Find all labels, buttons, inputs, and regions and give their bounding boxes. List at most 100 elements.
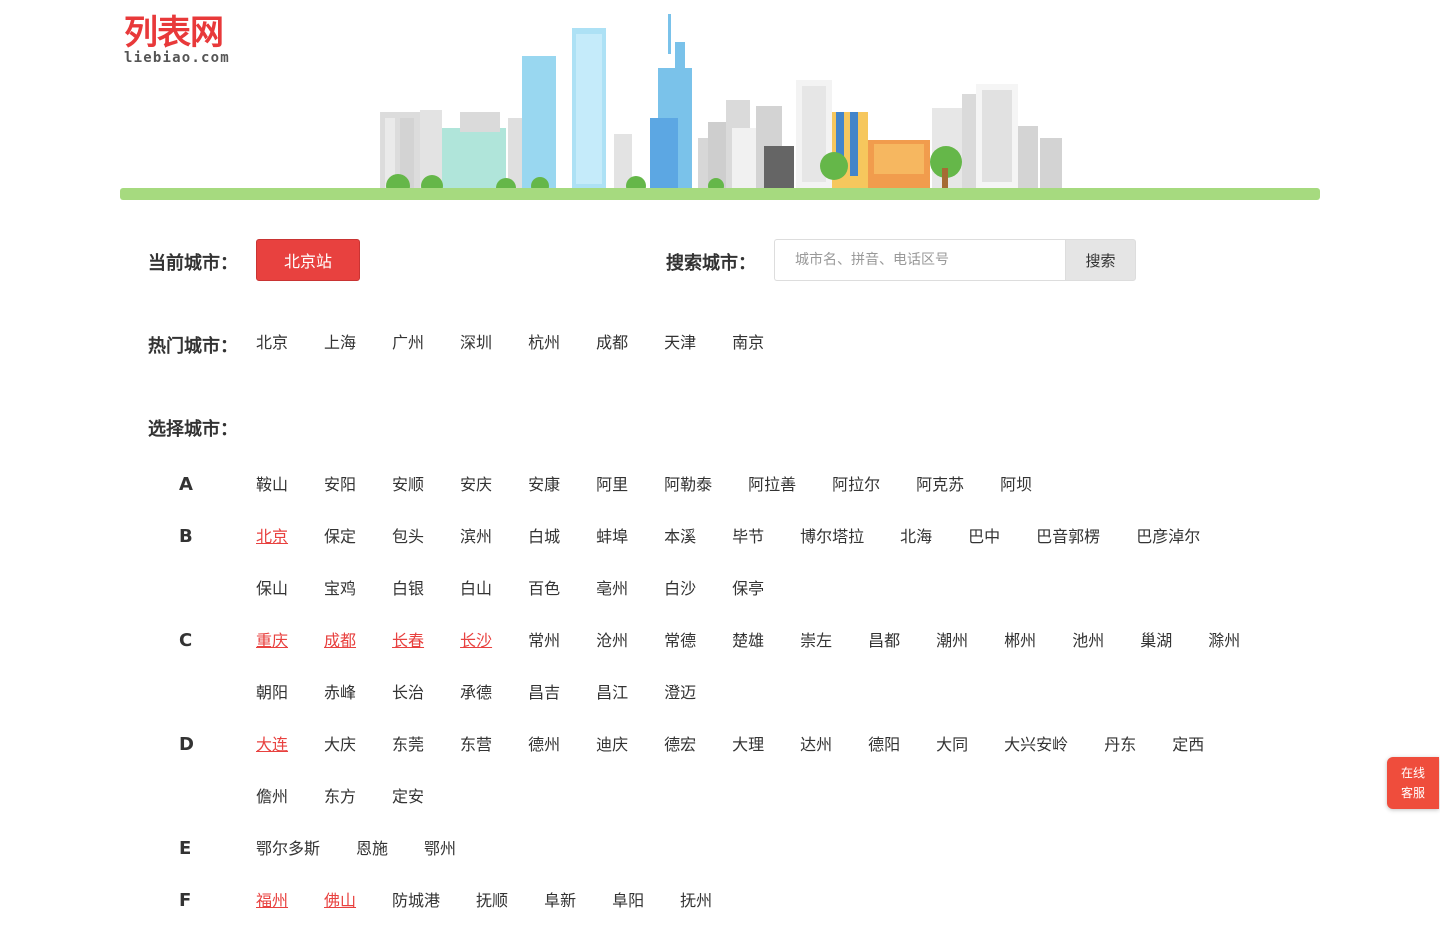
city-link[interactable]: 佛山 [324,890,356,912]
city-link[interactable]: 白银 [392,578,424,600]
select-city-label: 选择城市： [148,419,238,440]
city-link[interactable]: 蚌埠 [596,526,628,548]
city-link[interactable]: 抚顺 [476,890,508,912]
city-link[interactable]: 阿勒泰 [664,474,712,496]
city-link[interactable]: 阿拉善 [748,474,796,496]
city-link[interactable]: 北海 [900,526,932,548]
city-link[interactable]: 鞍山 [256,474,288,496]
city-link[interactable]: 德阳 [868,734,900,756]
city-link[interactable]: 定安 [392,786,424,808]
city-link[interactable]: 赤峰 [324,682,356,704]
city-link[interactable]: 重庆 [256,630,288,652]
city-list: 重庆 成都 长春 长沙 常州 沧州 常德 楚雄 崇左 昌都 潮州 郴州 池州 巢湖 滁州朝阳 赤峰 长治 承德 昌吉… [256,630,1296,734]
city-link[interactable]: 安康 [528,474,560,496]
city-link[interactable]: 儋州 [256,786,288,808]
city-link[interactable]: 承德 [460,682,492,704]
city-link[interactable]: 亳州 [596,578,628,600]
service-label-line1: 在线 [1400,766,1425,780]
service-label-line2: 客服 [1400,786,1425,800]
city-link[interactable]: 北京 [256,526,288,548]
city-link[interactable]: 包头 [392,526,424,548]
city-link[interactable]: 防城港 [392,890,440,912]
city-link[interactable]: 东莞 [392,734,424,756]
hot-city-link[interactable]: 天津 [664,332,696,354]
city-link[interactable]: 白山 [460,578,492,600]
city-link[interactable]: 巴彦淖尔 [1136,526,1200,548]
city-link[interactable]: 澄迈 [664,682,696,704]
city-link[interactable]: 阿拉尔 [832,474,880,496]
city-link[interactable]: 安庆 [460,474,492,496]
city-link[interactable]: 鄂州 [424,838,456,860]
city-link[interactable]: 大庆 [324,734,356,756]
city-link[interactable]: 恩施 [356,838,388,860]
city-link[interactable]: 巢湖 [1140,630,1172,652]
search-button[interactable]: 搜索 [1065,239,1136,281]
city-link[interactable]: 常州 [528,630,560,652]
city-link[interactable]: 毕节 [732,526,764,548]
hot-city-link[interactable]: 北京 [256,332,288,354]
city-link[interactable]: 安顺 [392,474,424,496]
city-link[interactable]: 沧州 [596,630,628,652]
city-link[interactable]: 潮州 [936,630,968,652]
city-link[interactable]: 长治 [392,682,424,704]
city-link[interactable]: 保山 [256,578,288,600]
hot-city-link[interactable]: 广州 [392,332,424,354]
city-link[interactable]: 百色 [528,578,560,600]
online-service-button[interactable]: 在线 客服 [1387,757,1439,809]
city-link[interactable]: 大连 [256,734,288,756]
city-link[interactable]: 长沙 [460,630,492,652]
city-link[interactable]: 昌吉 [528,682,560,704]
city-link[interactable]: 昌江 [596,682,628,704]
city-link[interactable]: 阜新 [544,890,576,912]
city-link[interactable]: 达州 [800,734,832,756]
city-link[interactable]: 保亭 [732,578,764,600]
city-link[interactable]: 阿克苏 [916,474,964,496]
city-link[interactable]: 宝鸡 [324,578,356,600]
city-link[interactable]: 朝阳 [256,682,288,704]
city-link[interactable]: 定西 [1172,734,1204,756]
city-link[interactable]: 抚州 [680,890,712,912]
city-link[interactable]: 长春 [392,630,424,652]
city-link[interactable]: 白城 [528,526,560,548]
city-link[interactable]: 保定 [324,526,356,548]
city-link[interactable]: 滁州 [1208,630,1240,652]
city-link[interactable]: 德州 [528,734,560,756]
hot-city-link[interactable]: 南京 [732,332,764,354]
city-link[interactable]: 迪庆 [596,734,628,756]
city-link[interactable]: 白沙 [664,578,696,600]
city-link[interactable]: 东方 [324,786,356,808]
letter-heading: D [179,734,194,755]
city-link[interactable]: 东营 [460,734,492,756]
city-link[interactable]: 阿坝 [1000,474,1032,496]
city-link[interactable]: 博尔塔拉 [800,526,864,548]
hot-city-link[interactable]: 上海 [324,332,356,354]
city-link[interactable]: 安阳 [324,474,356,496]
city-link[interactable]: 昌都 [868,630,900,652]
city-link[interactable]: 福州 [256,890,288,912]
city-link[interactable]: 本溪 [664,526,696,548]
city-list: 大连 大庆 东莞 东营 德州 迪庆 德宏 大理 达州 德阳 大同 大兴安岭 丹东 定西儋州 东方 定安 [256,734,1296,838]
city-link[interactable]: 丹东 [1104,734,1136,756]
city-link[interactable]: 阜阳 [612,890,644,912]
search-input[interactable] [774,239,1066,281]
city-link[interactable]: 成都 [324,630,356,652]
hot-city-link[interactable]: 杭州 [528,332,560,354]
city-link[interactable]: 大理 [732,734,764,756]
hot-city-link[interactable]: 深圳 [460,332,492,354]
city-link[interactable]: 大同 [936,734,968,756]
city-skyline-illustration [120,14,1320,200]
city-link[interactable]: 巴音郭楞 [1036,526,1100,548]
current-city-button[interactable]: 北京站 [256,239,360,281]
city-link[interactable]: 鄂尔多斯 [256,838,320,860]
city-link[interactable]: 德宏 [664,734,696,756]
city-link[interactable]: 楚雄 [732,630,764,652]
city-link[interactable]: 滨州 [460,526,492,548]
city-link[interactable]: 巴中 [968,526,1000,548]
city-link[interactable]: 崇左 [800,630,832,652]
city-link[interactable]: 阿里 [596,474,628,496]
city-link[interactable]: 郴州 [1004,630,1036,652]
city-link[interactable]: 池州 [1072,630,1104,652]
city-link[interactable]: 大兴安岭 [1004,734,1068,756]
city-link[interactable]: 常德 [664,630,696,652]
hot-city-link[interactable]: 成都 [596,332,628,354]
